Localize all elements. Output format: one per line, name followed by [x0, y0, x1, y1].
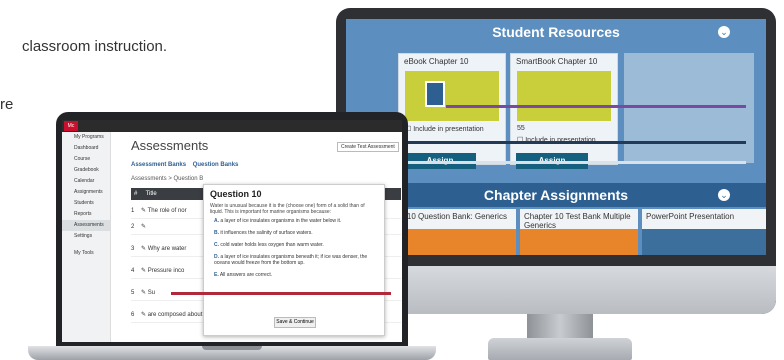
save-continue-button[interactable]: Save & Continue [274, 317, 316, 328]
option-text: it influences the salinity of surface wa… [220, 230, 313, 236]
create-assessment-button[interactable]: Create Test Assessment [337, 142, 399, 152]
row-number: 5 [131, 290, 135, 296]
option-letter: E. [214, 272, 219, 278]
option-letter: C. [214, 242, 219, 248]
column-header-number: # [134, 191, 138, 197]
row-title: The role of nor [147, 208, 187, 214]
sidebar-item-assignments[interactable]: Assignments [62, 187, 110, 198]
option-text: cold water holds less oxygen than warm w… [220, 242, 324, 248]
ebook-thumbnail [405, 71, 499, 121]
resource-card-title: eBook Chapter 10 [404, 57, 469, 66]
include-presentation-option[interactable]: ☐ Include in presentation [511, 134, 617, 146]
book-icon [425, 81, 445, 107]
chapter-card-banner [520, 229, 638, 255]
option-letter: B. [214, 230, 219, 236]
app-main: Assessments Create Test Assessment Asses… [111, 132, 402, 342]
tab-assessment-banks[interactable]: Assessment Banks [131, 162, 186, 168]
render-artifact [406, 141, 746, 144]
question-body: Water is unusual because it is the (choo… [210, 203, 365, 215]
page-title: Assessments [131, 138, 209, 153]
answer-option-a[interactable]: A. a layer of ice insulates organisms in… [204, 215, 384, 227]
option-text: All answers are correct. [219, 272, 273, 278]
resource-card-ebook[interactable]: eBook Chapter 10 ☐ Include in presentati… [398, 53, 506, 165]
row-number: 4 [131, 268, 135, 274]
sidebar-item-assessments[interactable]: Assessments [62, 220, 110, 231]
app-topbar: Mc [62, 120, 402, 132]
column-header-title: Title [145, 191, 157, 197]
sidebar-item-settings[interactable]: Settings [62, 231, 110, 242]
sidebar-item-students[interactable]: Students [62, 198, 110, 209]
resource-card-title: SmartBook Chapter 10 [516, 57, 598, 66]
row-title: Su [147, 290, 156, 296]
sidebar-item-my-programs[interactable]: My Programs [62, 132, 110, 143]
row-title: Pressure inco [147, 268, 185, 274]
brand-logo: Mc [64, 121, 78, 131]
include-presentation-option[interactable]: ☐ Include in presentation [399, 123, 505, 135]
sidebar-item-course[interactable]: Course [62, 154, 110, 165]
option-text: a layer of ice insulates organisms in th… [220, 218, 342, 224]
answer-option-c[interactable]: C. cold water holds less oxygen than war… [204, 239, 384, 251]
row-number: 3 [131, 246, 135, 252]
sidebar-item-dashboard[interactable]: Dashboard [62, 143, 110, 154]
hero-text-line: classroom instruction. [22, 38, 168, 55]
breadcrumb[interactable]: Assessments > Question B [131, 176, 203, 182]
render-artifact [171, 292, 391, 295]
hero-text-fragment: re [0, 96, 14, 113]
row-title: Why are water [147, 246, 187, 252]
chapter-card-test-bank[interactable]: Chapter 10 Test Bank Multiple Generics [520, 209, 638, 255]
render-artifact [406, 161, 746, 164]
resource-card-placeholder [624, 53, 754, 163]
answer-option-d[interactable]: D. a layer of ice insulates organisms be… [204, 251, 384, 269]
chapter-card-banner [642, 229, 766, 255]
tab-question-banks[interactable]: Question Banks [193, 162, 239, 168]
chapter-card-title: Chapter 10 Test Bank Multiple Generics [524, 212, 631, 230]
sidebar-item-reports[interactable]: Reports [62, 209, 110, 220]
laptop-screen: Mc My Programs Dashboard Course Gradeboo… [62, 120, 402, 342]
option-letter: A. [214, 218, 219, 224]
question-panel: Question 10 Water is unusual because it … [203, 184, 385, 336]
chapter-assignments-title: Chapter Assignments [346, 183, 766, 207]
student-resources-title: Student Resources [492, 24, 620, 40]
chapter-card-title: PowerPoint Presentation [646, 212, 735, 221]
chapter-card-question-bank[interactable]: r 10 Question Bank: Generics [398, 209, 516, 255]
chapter-card-powerpoint[interactable]: PowerPoint Presentation [642, 209, 766, 255]
chapter-card-banner [398, 229, 516, 255]
sidebar-item-gradebook[interactable]: Gradebook [62, 165, 110, 176]
option-text: a layer of ice insulates organisms benea… [214, 254, 368, 266]
include-presentation-label: Include in presentation [413, 126, 484, 133]
sidebar-item-calendar[interactable]: Calendar [62, 176, 110, 187]
answer-option-e[interactable]: E. All answers are correct. [204, 269, 384, 281]
collapse-chevron-icon[interactable]: ⌄ [718, 26, 730, 38]
app-sidebar: My Programs Dashboard Course Gradebook C… [62, 132, 111, 342]
question-title: Question 10 [210, 189, 262, 199]
row-number: 1 [131, 208, 135, 214]
answer-option-b[interactable]: B. it influences the salinity of surface… [204, 227, 384, 239]
resource-card-smartbook[interactable]: SmartBook Chapter 10 55 ☐ Include in pre… [510, 53, 618, 165]
row-number: 6 [131, 312, 135, 318]
laptop-notch [202, 346, 262, 350]
smartbook-thumbnail [517, 71, 611, 121]
chapter-card-title: r 10 Question Bank: Generics [402, 212, 507, 221]
sidebar-item-my-tools[interactable]: My Tools [62, 248, 110, 259]
render-artifact [446, 105, 746, 108]
smartbook-count: 55 [517, 125, 525, 132]
main-tabs: Assessment Banks Question Banks [131, 162, 238, 168]
monitor-stand-neck [527, 314, 593, 340]
monitor-screen: Student Resources ⌄ eBook Chapter 10 ☐ I… [346, 19, 766, 255]
row-number: 2 [131, 224, 135, 230]
collapse-chevron-icon[interactable]: ⌄ [718, 189, 730, 201]
monitor-stand-base [488, 338, 632, 360]
